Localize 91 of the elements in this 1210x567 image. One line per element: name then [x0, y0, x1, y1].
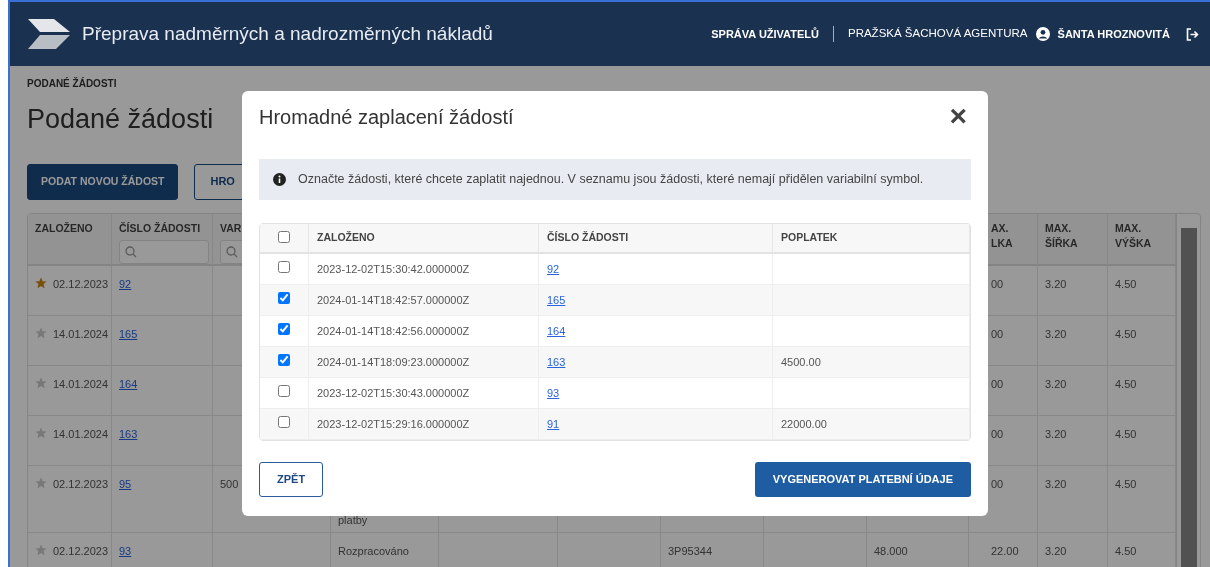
- table-cell: 4.50: [1115, 477, 1137, 490]
- user-name[interactable]: ŠANTA HROZNOVITÁ: [1057, 25, 1170, 43]
- search-icon: [226, 246, 238, 259]
- table-cell: 4.50: [1115, 427, 1137, 440]
- search-field[interactable]: [119, 240, 209, 265]
- column-header: MAX. ŠÍŘKA: [1045, 220, 1079, 252]
- info-icon: [273, 172, 286, 186]
- table-cell-text: 2024-01-14T18:42:56.000000Z: [317, 323, 470, 339]
- search-icon: [125, 246, 137, 259]
- column-header: AX. LKA: [991, 220, 1014, 252]
- column-header: ČÍSLO ŽÁDOSTI: [547, 229, 629, 245]
- app-title: Přeprava nadměrných a nadrozměrných nákladů: [82, 21, 493, 46]
- new-request-button[interactable]: PODAT NOVOU ŽÁDOST: [27, 163, 179, 200]
- table-cell: 3.20: [1045, 327, 1067, 340]
- table-cell: 22.00: [991, 544, 1019, 557]
- star-icon[interactable]: [35, 276, 47, 289]
- table-cell: 48.000: [874, 544, 908, 557]
- organization-name: PRAŽSKÁ ŠACHOVÁ AGENTURA: [847, 26, 1028, 42]
- table-cell: Rozpracováno: [338, 544, 409, 557]
- request-link[interactable]: 92: [119, 277, 132, 290]
- logo-icon: [26, 17, 72, 51]
- row-checkbox[interactable]: [278, 291, 290, 304]
- request-link[interactable]: 163: [547, 353, 566, 370]
- star-icon[interactable]: [35, 376, 47, 389]
- star-icon[interactable]: [35, 426, 47, 439]
- table-cell: 4.50: [1115, 544, 1137, 557]
- info-text: Označte žádosti, které chcete zaplatit najednou. V seznamu jsou žádosti, které nemají přidělen variabilní symbol.: [298, 171, 924, 188]
- page-title: Podané žádosti: [27, 103, 214, 136]
- logout-icon[interactable]: [1186, 27, 1200, 41]
- star-icon[interactable]: [35, 476, 47, 489]
- table-cell-text: 2023-12-02T15:30:42.000000Z: [317, 261, 470, 277]
- table-cell-text: 2023-12-02T15:30:43.000000Z: [317, 385, 470, 401]
- table-cell: 00: [991, 427, 1004, 440]
- table-cell: 00: [991, 477, 1004, 490]
- request-link[interactable]: 164: [119, 377, 138, 390]
- request-link[interactable]: 165: [119, 327, 138, 340]
- table-cell: 00: [991, 377, 1004, 390]
- column-header: ZALOŽENO: [317, 229, 375, 245]
- table-cell: 00: [991, 277, 1004, 290]
- request-link[interactable]: 93: [119, 544, 132, 557]
- table-cell: 4.50: [1115, 327, 1137, 340]
- table-cell: 3.20: [1045, 544, 1067, 557]
- request-link[interactable]: 91: [547, 415, 560, 432]
- column-header: ČÍSLO ŽÁDOSTI: [119, 220, 201, 236]
- table-cell-text: platby: [338, 512, 369, 528]
- table-cell-text: 4500.00: [781, 354, 821, 370]
- generate-button[interactable]: VYGENEROVAT PLATEBNÍ ÚDAJE: [754, 461, 971, 497]
- back-button[interactable]: ZPĚT: [259, 461, 324, 497]
- request-link[interactable]: 92: [547, 260, 560, 277]
- star-icon[interactable]: [35, 543, 47, 556]
- table-cell: 02.12.2023: [53, 277, 109, 290]
- table-cell: 3.20: [1045, 377, 1067, 390]
- table-cell: 3P95344: [668, 544, 713, 557]
- row-checkbox[interactable]: [278, 322, 290, 335]
- table-cell: 02.12.2023: [53, 544, 109, 557]
- table-cell: 4.50: [1115, 377, 1137, 390]
- request-link[interactable]: 93: [547, 384, 560, 401]
- scrollbar-thumb[interactable]: [1181, 227, 1197, 567]
- table-cell: 500: [220, 477, 239, 490]
- table-cell-text: 22000.00: [781, 416, 827, 432]
- modal-title: Hromadné zaplacení žádostí: [259, 105, 514, 129]
- table-cell: 14.01.2024: [53, 377, 109, 390]
- row-checkbox[interactable]: [278, 353, 290, 366]
- row-checkbox[interactable]: [278, 260, 290, 273]
- star-icon[interactable]: [35, 326, 47, 339]
- select-all-checkbox[interactable]: [278, 230, 290, 243]
- request-link[interactable]: 164: [547, 322, 566, 339]
- row-checkbox[interactable]: [278, 415, 290, 428]
- column-header: POPLATEK: [781, 229, 838, 245]
- table-cell-text: 2023-12-02T15:29:16.000000Z: [317, 416, 470, 432]
- table-cell: 3.20: [1045, 477, 1067, 490]
- table-cell: 3.20: [1045, 427, 1067, 440]
- close-button[interactable]: ×: [945, 101, 971, 131]
- row-checkbox[interactable]: [278, 384, 290, 397]
- table-cell: 00: [991, 327, 1004, 340]
- request-link[interactable]: 165: [547, 291, 566, 308]
- request-link[interactable]: 95: [119, 477, 132, 490]
- table-cell-text: 2024-01-14T18:09:23.000000Z: [317, 354, 470, 370]
- column-header: MAX. VÝŠKA: [1115, 220, 1153, 252]
- admin-link[interactable]: SPRÁVA UŽIVATELŮ: [711, 25, 819, 43]
- table-cell: 14.01.2024: [53, 327, 109, 340]
- table-cell: 02.12.2023: [53, 477, 109, 490]
- table-cell: 3.20: [1045, 277, 1067, 290]
- request-link[interactable]: 163: [119, 427, 138, 440]
- table-cell: 14.01.2024: [53, 427, 109, 440]
- column-header: ZALOŽENO: [35, 220, 93, 236]
- breadcrumb: PODANÉ ŽÁDOSTI: [27, 76, 118, 91]
- user-icon: [1035, 27, 1050, 41]
- table-cell: 4.50: [1115, 277, 1137, 290]
- column-header: VAR: [220, 220, 242, 236]
- table-cell-text: 2024-01-14T18:42:57.000000Z: [317, 292, 470, 308]
